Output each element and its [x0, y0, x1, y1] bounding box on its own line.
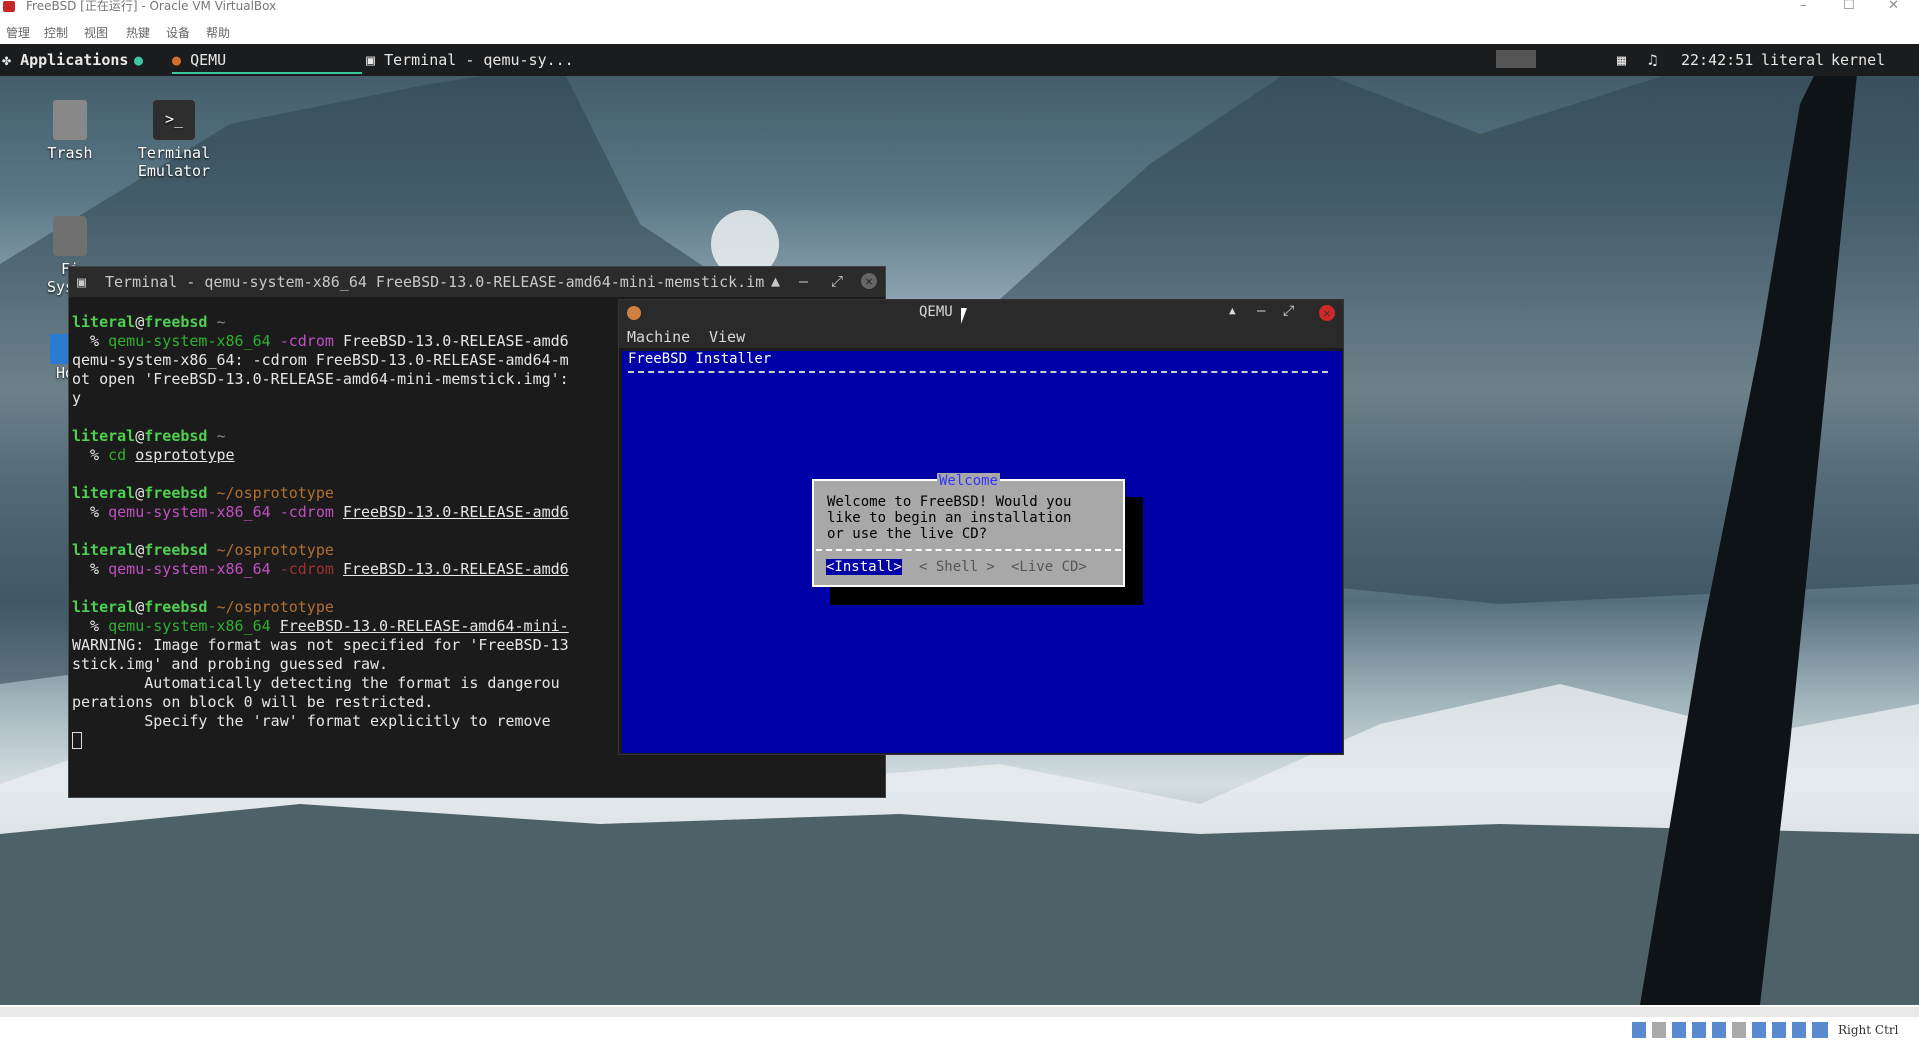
panel-kernel: kernel	[1831, 51, 1886, 69]
update-icon[interactable]: ●	[134, 51, 143, 69]
menu-devices[interactable]: 设备	[166, 24, 190, 41]
prompt-line: literal@freebsd ~/osprototype	[72, 541, 334, 559]
terminal-titlebar[interactable]: ▣ Terminal - qemu-system-x86_64 FreeBSD-…	[69, 267, 885, 297]
qemu-app-icon	[627, 306, 641, 320]
trash-icon	[53, 100, 87, 140]
terminal-cursor	[72, 732, 82, 749]
menu-view-qemu[interactable]: View	[709, 328, 745, 346]
qemu-minimize-icon[interactable]: –	[1257, 303, 1265, 319]
prompt-line: literal@freebsd ~/osprototype	[72, 484, 334, 502]
terminal-shade-icon[interactable]: ▲	[771, 272, 780, 290]
output-line: y	[72, 389, 82, 407]
top-panel: ✤ Applications ● ● QEMU ▣ Terminal - qem…	[0, 44, 1919, 76]
trash-desktop-icon[interactable]: Trash	[42, 100, 98, 162]
dialog-separator	[816, 549, 1121, 551]
qemu-close-icon[interactable]: ✕	[1319, 305, 1335, 321]
output-line: WARNING: Image format was not specified …	[72, 636, 569, 654]
shell-button[interactable]: < Shell >	[919, 559, 995, 575]
virtualbox-titlebar: FreeBSD [正在运行] - Oracle VM VirtualBox – …	[0, 0, 1919, 15]
notification-bell-icon[interactable]: ♫	[1648, 51, 1657, 69]
install-button[interactable]: <Install>	[826, 559, 902, 575]
dialog-text: Welcome to FreeBSD! Would you like to be…	[827, 494, 1072, 542]
command-line: % qemu-system-x86_64 -cdrom FreeBSD-13.0…	[72, 560, 569, 578]
dialog-title: Welcome	[936, 473, 1000, 489]
terminal-desktop-icon[interactable]: >_ Terminal Emulator	[130, 100, 218, 180]
host-key-label: Right Ctrl	[1838, 1023, 1899, 1037]
output-line: ot open 'FreeBSD-13.0-RELEASE-amd64-mini…	[72, 370, 569, 388]
terminal-close-icon[interactable]: ✕	[861, 273, 877, 289]
maximize-icon[interactable]: ☐	[1843, 0, 1855, 12]
menu-control[interactable]: 控制	[44, 24, 68, 41]
mouse-pointer-icon	[961, 308, 973, 324]
taskbar-terminal[interactable]: ▣ Terminal - qemu-sy...	[366, 51, 574, 69]
qemu-display[interactable]: FreeBSD Installer Welcome Welcome to Fre…	[622, 351, 1342, 753]
qemu-titlebar[interactable]: QEMU ▲ – ⤢ ✕	[619, 300, 1343, 328]
qemu-window[interactable]: QEMU ▲ – ⤢ ✕ Machine View FreeBSD Instal…	[618, 299, 1344, 755]
output-line: Specify the 'raw' format explicitly to r…	[72, 712, 551, 730]
command-line: % qemu-system-x86_64 -cdrom FreeBSD-13.0…	[72, 332, 569, 350]
terminal-label-1: Terminal	[137, 144, 211, 162]
command-line: % cd osprototype	[72, 446, 235, 464]
output-line: perations on block 0 will be restricted.	[72, 693, 434, 711]
panel-user: literal	[1761, 51, 1825, 69]
menu-hotkey[interactable]: 热键	[126, 24, 150, 41]
terminal-maximize-icon[interactable]: ⤢	[831, 272, 843, 290]
menu-view[interactable]: 视图	[84, 24, 108, 41]
command-line: % qemu-system-x86_64 -cdrom FreeBSD-13.0…	[72, 503, 569, 521]
menu-manage[interactable]: 管理	[6, 24, 30, 41]
virtualbox-statusbar: Right Ctrl	[0, 1005, 1919, 1043]
workspace-switcher[interactable]	[1496, 50, 1536, 68]
qemu-shade-icon[interactable]: ▲	[1229, 304, 1236, 317]
horizontal-scrollbar[interactable]	[0, 1007, 1919, 1017]
minimize-icon[interactable]: –	[1800, 0, 1807, 12]
live-cd-button[interactable]: <Live CD>	[1011, 559, 1087, 575]
window-title: FreeBSD [正在运行] - Oracle VM VirtualBox	[26, 0, 277, 13]
terminal-small-icon: ▣	[77, 273, 87, 291]
installer-title: FreeBSD Installer	[628, 351, 772, 367]
clipboard-icon[interactable]: ▦	[1617, 51, 1626, 69]
taskbar-qemu[interactable]: ● QEMU	[172, 51, 362, 74]
terminal-minimize-icon[interactable]: –	[799, 272, 808, 290]
guest-screen: ✤ Applications ● ● QEMU ▣ Terminal - qem…	[0, 44, 1919, 1005]
command-line: % qemu-system-x86_64 FreeBSD-13.0-RELEAS…	[72, 617, 569, 635]
qemu-menubar: Machine View	[619, 328, 1343, 348]
terminal-title: Terminal - qemu-system-x86_64 FreeBSD-13…	[105, 273, 765, 291]
output-line: Automatically detecting the format is da…	[72, 674, 560, 692]
menu-machine[interactable]: Machine	[627, 328, 690, 346]
prompt-line: literal@freebsd ~	[72, 427, 226, 445]
device-status-icons[interactable]	[1632, 1022, 1828, 1038]
prompt-line: literal@freebsd ~/osprototype	[72, 598, 334, 616]
welcome-dialog: Welcome Welcome to FreeBSD! Would you li…	[812, 473, 1125, 587]
output-line: qemu-system-x86_64: -cdrom FreeBSD-13.0-…	[72, 351, 569, 369]
terminal-label-2: Emulator	[137, 162, 211, 180]
home-icon	[50, 334, 70, 364]
output-line: stick.img' and probing guessed raw.	[72, 655, 389, 673]
menu-help[interactable]: 帮助	[206, 24, 230, 41]
applications-menu[interactable]: ✤ Applications	[2, 51, 128, 69]
virtualbox-menubar: 管理 控制 视图 热键 设备 帮助	[0, 17, 1919, 43]
filesystem-icon	[53, 216, 87, 256]
close-icon[interactable]: ✕	[1888, 0, 1899, 12]
clock[interactable]: 22:42:51	[1681, 51, 1753, 69]
qemu-title: QEMU	[919, 304, 953, 320]
trash-label: Trash	[47, 144, 93, 162]
virtualbox-icon	[3, 1, 15, 12]
qemu-maximize-icon[interactable]: ⤢	[1283, 303, 1294, 319]
prompt-line: literal@freebsd ~	[72, 313, 226, 331]
dialog-title-bar: Welcome	[814, 473, 1123, 489]
terminal-output[interactable]: literal@freebsd ~ % qemu-system-x86_64 -…	[72, 313, 632, 793]
installer-rule	[628, 371, 1328, 373]
terminal-icon: >_	[153, 100, 195, 140]
